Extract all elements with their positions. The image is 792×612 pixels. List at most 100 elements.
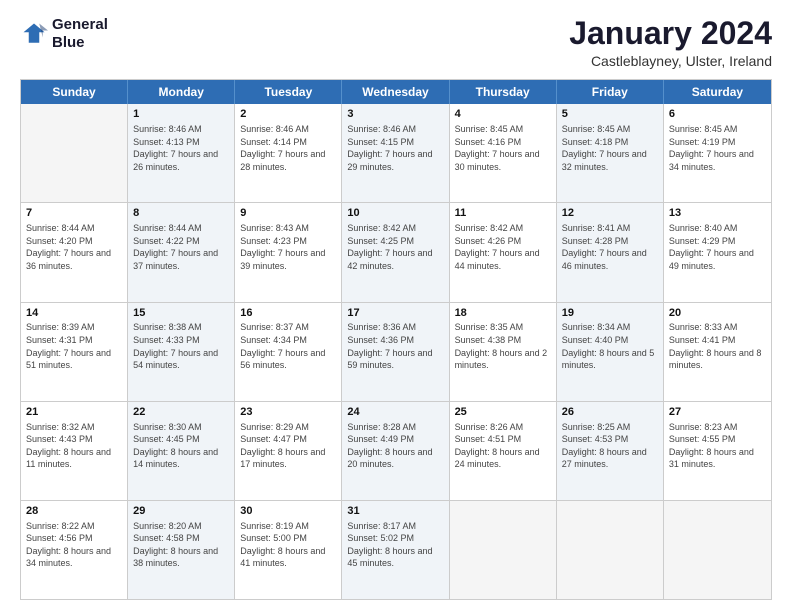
day-info: Sunrise: 8:46 AMSunset: 4:13 PMDaylight:… [133,123,229,173]
cal-day-29: 29Sunrise: 8:20 AMSunset: 4:58 PMDayligh… [128,501,235,599]
header-day-thursday: Thursday [450,80,557,104]
day-info: Sunrise: 8:23 AMSunset: 4:55 PMDaylight:… [669,421,766,471]
cal-day-11: 11Sunrise: 8:42 AMSunset: 4:26 PMDayligh… [450,203,557,301]
day-info: Sunrise: 8:40 AMSunset: 4:29 PMDaylight:… [669,222,766,272]
day-number: 18 [455,306,551,321]
cal-day-31: 31Sunrise: 8:17 AMSunset: 5:02 PMDayligh… [342,501,449,599]
day-number: 23 [240,405,336,420]
day-info: Sunrise: 8:35 AMSunset: 4:38 PMDaylight:… [455,321,551,371]
cal-day-27: 27Sunrise: 8:23 AMSunset: 4:55 PMDayligh… [664,402,771,500]
cal-day-empty [450,501,557,599]
day-info: Sunrise: 8:20 AMSunset: 4:58 PMDaylight:… [133,520,229,570]
header: General Blue January 2024 Castleblayney,… [20,16,772,69]
day-number: 4 [455,107,551,122]
cal-day-2: 2Sunrise: 8:46 AMSunset: 4:14 PMDaylight… [235,104,342,202]
calendar-week-4: 21Sunrise: 8:32 AMSunset: 4:43 PMDayligh… [21,402,771,501]
day-number: 12 [562,206,658,221]
day-number: 11 [455,206,551,221]
day-number: 5 [562,107,658,122]
cal-day-26: 26Sunrise: 8:25 AMSunset: 4:53 PMDayligh… [557,402,664,500]
header-day-tuesday: Tuesday [235,80,342,104]
day-number: 17 [347,306,443,321]
calendar-week-1: 1Sunrise: 8:46 AMSunset: 4:13 PMDaylight… [21,104,771,203]
cal-day-6: 6Sunrise: 8:45 AMSunset: 4:19 PMDaylight… [664,104,771,202]
day-info: Sunrise: 8:46 AMSunset: 4:14 PMDaylight:… [240,123,336,173]
page: General Blue January 2024 Castleblayney,… [0,0,792,612]
day-info: Sunrise: 8:46 AMSunset: 4:15 PMDaylight:… [347,123,443,173]
day-info: Sunrise: 8:43 AMSunset: 4:23 PMDaylight:… [240,222,336,272]
cal-day-22: 22Sunrise: 8:30 AMSunset: 4:45 PMDayligh… [128,402,235,500]
day-number: 24 [347,405,443,420]
cal-day-20: 20Sunrise: 8:33 AMSunset: 4:41 PMDayligh… [664,303,771,401]
cal-day-10: 10Sunrise: 8:42 AMSunset: 4:25 PMDayligh… [342,203,449,301]
day-info: Sunrise: 8:45 AMSunset: 4:19 PMDaylight:… [669,123,766,173]
cal-day-7: 7Sunrise: 8:44 AMSunset: 4:20 PMDaylight… [21,203,128,301]
day-info: Sunrise: 8:42 AMSunset: 4:26 PMDaylight:… [455,222,551,272]
day-number: 13 [669,206,766,221]
calendar-title: January 2024 [569,16,772,51]
day-number: 28 [26,504,122,519]
day-number: 3 [347,107,443,122]
cal-day-12: 12Sunrise: 8:41 AMSunset: 4:28 PMDayligh… [557,203,664,301]
calendar-week-2: 7Sunrise: 8:44 AMSunset: 4:20 PMDaylight… [21,203,771,302]
cal-day-empty [664,501,771,599]
header-day-monday: Monday [128,80,235,104]
day-info: Sunrise: 8:38 AMSunset: 4:33 PMDaylight:… [133,321,229,371]
day-info: Sunrise: 8:39 AMSunset: 4:31 PMDaylight:… [26,321,122,371]
day-info: Sunrise: 8:37 AMSunset: 4:34 PMDaylight:… [240,321,336,371]
logo-text: General Blue [52,16,108,52]
day-number: 2 [240,107,336,122]
cal-day-3: 3Sunrise: 8:46 AMSunset: 4:15 PMDaylight… [342,104,449,202]
calendar-header: SundayMondayTuesdayWednesdayThursdayFrid… [21,80,771,104]
calendar: SundayMondayTuesdayWednesdayThursdayFrid… [20,79,772,600]
cal-day-24: 24Sunrise: 8:28 AMSunset: 4:49 PMDayligh… [342,402,449,500]
header-day-friday: Friday [557,80,664,104]
cal-day-15: 15Sunrise: 8:38 AMSunset: 4:33 PMDayligh… [128,303,235,401]
day-number: 22 [133,405,229,420]
day-number: 26 [562,405,658,420]
day-info: Sunrise: 8:29 AMSunset: 4:47 PMDaylight:… [240,421,336,471]
day-info: Sunrise: 8:28 AMSunset: 4:49 PMDaylight:… [347,421,443,471]
day-number: 10 [347,206,443,221]
cal-day-23: 23Sunrise: 8:29 AMSunset: 4:47 PMDayligh… [235,402,342,500]
cal-day-1: 1Sunrise: 8:46 AMSunset: 4:13 PMDaylight… [128,104,235,202]
calendar-week-5: 28Sunrise: 8:22 AMSunset: 4:56 PMDayligh… [21,501,771,599]
day-number: 27 [669,405,766,420]
cal-day-16: 16Sunrise: 8:37 AMSunset: 4:34 PMDayligh… [235,303,342,401]
cal-day-9: 9Sunrise: 8:43 AMSunset: 4:23 PMDaylight… [235,203,342,301]
day-number: 9 [240,206,336,221]
day-number: 8 [133,206,229,221]
title-block: January 2024 Castleblayney, Ulster, Irel… [569,16,772,69]
day-info: Sunrise: 8:17 AMSunset: 5:02 PMDaylight:… [347,520,443,570]
cal-day-empty [557,501,664,599]
day-number: 25 [455,405,551,420]
day-number: 19 [562,306,658,321]
day-info: Sunrise: 8:26 AMSunset: 4:51 PMDaylight:… [455,421,551,471]
cal-day-17: 17Sunrise: 8:36 AMSunset: 4:36 PMDayligh… [342,303,449,401]
cal-day-18: 18Sunrise: 8:35 AMSunset: 4:38 PMDayligh… [450,303,557,401]
day-number: 29 [133,504,229,519]
day-number: 20 [669,306,766,321]
day-info: Sunrise: 8:36 AMSunset: 4:36 PMDaylight:… [347,321,443,371]
day-info: Sunrise: 8:42 AMSunset: 4:25 PMDaylight:… [347,222,443,272]
day-info: Sunrise: 8:45 AMSunset: 4:16 PMDaylight:… [455,123,551,173]
day-info: Sunrise: 8:32 AMSunset: 4:43 PMDaylight:… [26,421,122,471]
cal-day-8: 8Sunrise: 8:44 AMSunset: 4:22 PMDaylight… [128,203,235,301]
cal-day-25: 25Sunrise: 8:26 AMSunset: 4:51 PMDayligh… [450,402,557,500]
cal-day-5: 5Sunrise: 8:45 AMSunset: 4:18 PMDaylight… [557,104,664,202]
day-info: Sunrise: 8:33 AMSunset: 4:41 PMDaylight:… [669,321,766,371]
calendar-week-3: 14Sunrise: 8:39 AMSunset: 4:31 PMDayligh… [21,303,771,402]
day-number: 15 [133,306,229,321]
cal-day-4: 4Sunrise: 8:45 AMSunset: 4:16 PMDaylight… [450,104,557,202]
logo-line1: General [52,16,108,34]
header-day-sunday: Sunday [21,80,128,104]
day-info: Sunrise: 8:41 AMSunset: 4:28 PMDaylight:… [562,222,658,272]
day-info: Sunrise: 8:22 AMSunset: 4:56 PMDaylight:… [26,520,122,570]
cal-day-28: 28Sunrise: 8:22 AMSunset: 4:56 PMDayligh… [21,501,128,599]
calendar-subtitle: Castleblayney, Ulster, Ireland [569,53,772,69]
day-number: 7 [26,206,122,221]
cal-day-19: 19Sunrise: 8:34 AMSunset: 4:40 PMDayligh… [557,303,664,401]
calendar-body: 1Sunrise: 8:46 AMSunset: 4:13 PMDaylight… [21,104,771,599]
logo-line2: Blue [52,34,108,52]
day-info: Sunrise: 8:34 AMSunset: 4:40 PMDaylight:… [562,321,658,371]
